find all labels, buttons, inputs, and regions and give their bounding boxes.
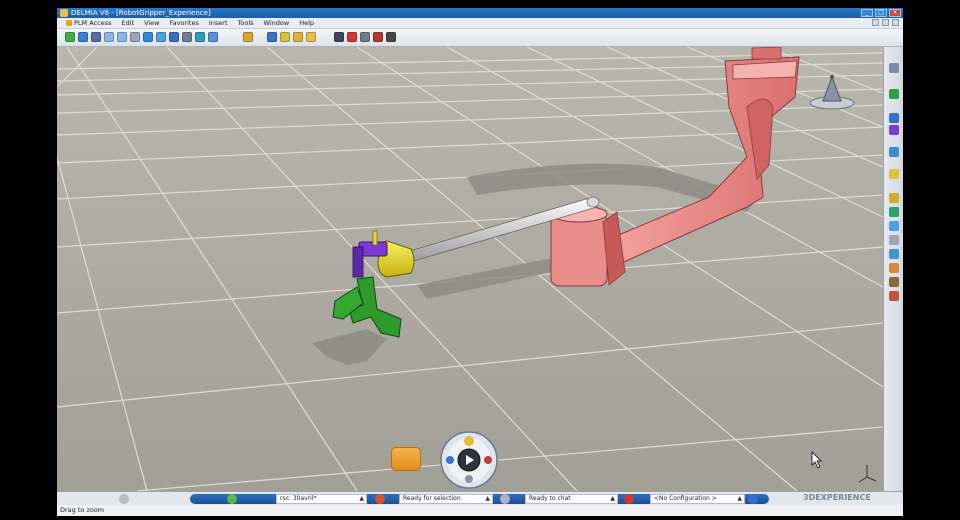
minimize-button[interactable]: _ [861,9,873,17]
robot-icon[interactable] [373,32,383,42]
menu-view[interactable]: View [139,18,164,28]
menu-favorites[interactable]: Favorites [165,18,204,28]
resource-icon[interactable] [889,235,899,245]
window-title: DELMIA V6 - [RobotGripper_Experience] [71,9,211,17]
fit-all-icon[interactable] [65,32,75,42]
playback-wheel[interactable] [440,431,498,489]
measure-icon[interactable] [280,32,290,42]
doc-close-button[interactable] [892,19,899,26]
tag-icon[interactable] [889,169,899,179]
scene [57,46,884,492]
search-icon[interactable] [227,494,237,504]
config-icon[interactable] [624,494,634,504]
iso-view-icon[interactable] [156,32,166,42]
operation-icon[interactable] [889,277,899,287]
chevron-down-icon[interactable]: ▲ [359,495,364,503]
wheel-left-icon[interactable] [446,456,454,464]
menu-bar: PLM Access Edit View Favorites Insert To… [57,18,903,29]
chevron-up-icon[interactable]: ▲ [737,495,742,503]
add-icon[interactable] [889,89,899,99]
snapshot-icon[interactable] [306,32,316,42]
app-icon [60,9,68,17]
hide-show-icon[interactable] [182,32,192,42]
chevron-up-icon[interactable]: ▲ [485,495,490,503]
close-button[interactable]: × [889,9,901,17]
chat-status: Ready to chat ▲ [525,494,618,504]
program-icon[interactable] [889,291,899,301]
material-icon[interactable] [208,32,218,42]
process-icon[interactable] [889,263,899,273]
globe-icon[interactable] [748,494,758,504]
layout-icon[interactable] [889,249,899,259]
configuration-select[interactable]: <No Configuration > ▲ [650,494,745,504]
doc-minimize-button[interactable] [872,19,879,26]
menu-tools[interactable]: Tools [233,18,259,28]
wheel-bottom-icon[interactable] [465,475,473,483]
menu-edit[interactable]: Edit [116,18,139,28]
zoom-in-icon[interactable] [104,32,114,42]
menu-plm-access[interactable]: PLM Access [61,18,116,28]
simulation-icon[interactable] [334,32,344,42]
select-icon[interactable] [267,32,277,42]
delmia-window: DELMIA V6 - [RobotGripper_Experience] _ … [57,8,903,516]
menu-window[interactable]: Window [259,18,295,28]
3d-viewport[interactable] [57,46,884,492]
prompt-bar: Drag to zoom [57,505,903,516]
brand-logo: 3DEXPERIENCE [803,493,871,502]
path-icon[interactable] [889,207,899,217]
catalog-toolbar [243,32,253,42]
title-bar: DELMIA V6 - [RobotGripper_Experience] _ … [57,8,903,18]
wheel-top-icon[interactable] [464,436,474,446]
doc-restore-button[interactable] [882,19,889,26]
analysis-icon[interactable] [293,32,303,42]
right-toolbar [883,47,903,491]
plm-icon [66,20,72,26]
device-icon[interactable] [889,125,899,135]
pan-icon[interactable] [78,32,88,42]
view-mode-icon[interactable] [169,32,179,42]
kinematics-icon[interactable] [360,32,370,42]
wheel-right-icon[interactable] [484,456,492,464]
gear-icon[interactable] [889,193,899,203]
maximize-button[interactable]: □ [875,9,887,17]
config-segment [618,494,650,504]
multi-view-icon[interactable] [143,32,153,42]
record-icon[interactable] [347,32,357,42]
station-icon[interactable] [889,221,899,231]
chevron-up-icon[interactable]: ▲ [610,495,615,503]
jog-icon[interactable] [889,147,899,157]
document-controls [872,19,899,26]
tools-toolbar [267,32,316,42]
sketch-icon[interactable] [889,63,899,73]
robot-teach-icon[interactable] [889,113,899,123]
view-toolbar [65,32,218,42]
chat-icon[interactable] [500,494,510,504]
swap-visible-icon[interactable] [195,32,205,42]
tag-status-icon[interactable] [375,494,385,504]
prompt-text: Drag to zoom [60,506,105,514]
zoom-out-icon[interactable] [117,32,127,42]
quick-tools-panel[interactable] [391,447,421,471]
simulation-toolbar [334,32,396,42]
toolbar [57,29,903,47]
camera-icon[interactable] [386,32,396,42]
catalog-icon[interactable] [243,32,253,42]
rotate-icon[interactable] [91,32,101,42]
menu-help[interactable]: Help [294,18,319,28]
selection-status: Ready for selection ▲ [399,494,493,504]
status-bar: rsc: 30avril* ▲ Ready for selection ▲ Read… [57,491,903,506]
normal-view-icon[interactable] [130,32,140,42]
menu-insert[interactable]: Insert [204,18,233,28]
window-controls: _ □ × [861,9,901,17]
search-field[interactable]: rsc: 30avril* ▲ [276,494,367,504]
compass-status-icon[interactable] [119,494,129,504]
